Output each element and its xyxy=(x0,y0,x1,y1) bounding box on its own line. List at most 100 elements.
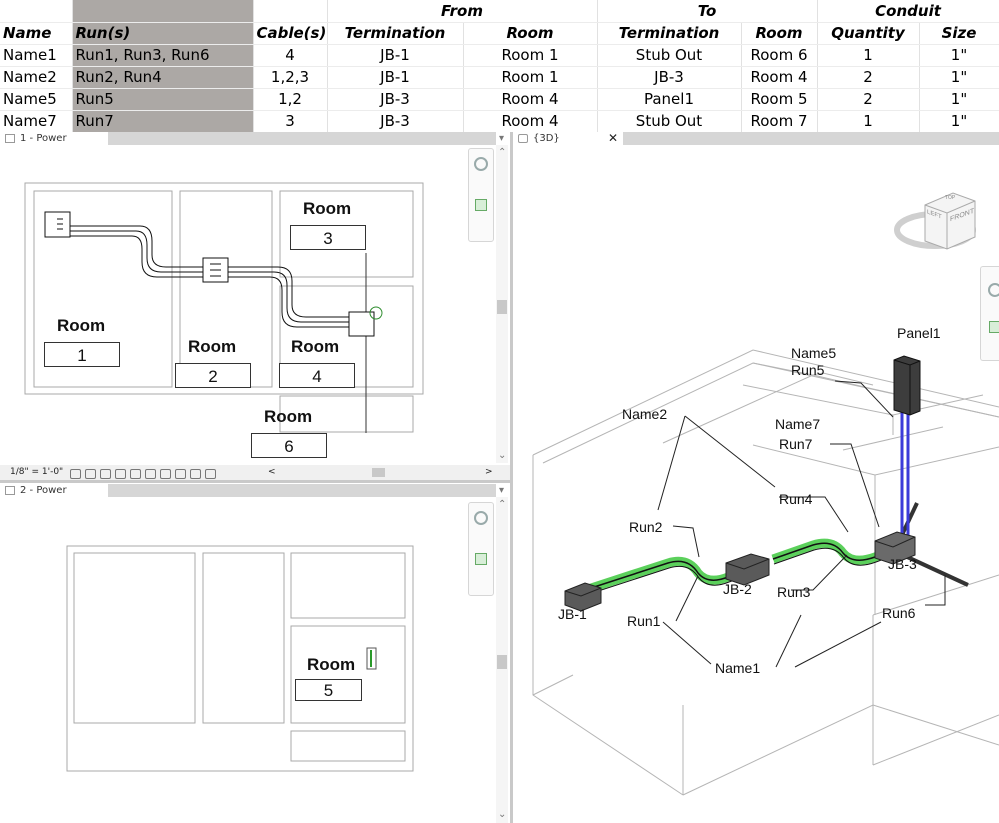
cell-quantity[interactable]: 1 xyxy=(817,110,920,133)
table-row[interactable]: Name1 Run1, Run3, Run6 4 JB-1 Room 1 Stu… xyxy=(0,44,999,67)
collapse-icon[interactable]: ▾ xyxy=(499,134,504,144)
col-header-runs[interactable]: Run(s) xyxy=(72,22,254,45)
cell-to-room[interactable]: Room 6 xyxy=(741,44,818,67)
cell-from-room[interactable]: Room 1 xyxy=(463,44,598,67)
cell-from-termination[interactable]: JB-3 xyxy=(327,110,464,133)
scale-label[interactable]: 1/8" = 1'-0" xyxy=(10,465,63,480)
col-header-to-termination[interactable]: Termination xyxy=(597,22,742,45)
room-1-number[interactable]: 1 xyxy=(44,342,120,367)
scroll-down-icon[interactable]: ⌄ xyxy=(498,810,506,820)
room-5-number[interactable]: 5 xyxy=(295,679,362,701)
scroll-up-icon[interactable]: ⌃ xyxy=(498,148,506,158)
cell-name[interactable]: Name5 xyxy=(0,88,73,111)
vertical-scrollbar[interactable]: ⌃ ⌄ xyxy=(496,145,508,463)
cell-cables[interactable]: 4 xyxy=(253,44,328,67)
cell-from-room[interactable]: Room 1 xyxy=(463,66,598,89)
visual-style-icon[interactable] xyxy=(85,468,96,479)
col-header-from-room[interactable]: Room xyxy=(463,22,598,45)
cell-to-room[interactable]: Room 7 xyxy=(741,110,818,133)
scroll-left-icon[interactable]: < xyxy=(268,465,276,480)
cell-quantity[interactable]: 1 xyxy=(817,44,920,67)
table-row[interactable]: Name2 Run2, Run4 1,2,3 JB-1 Room 1 JB-3 … xyxy=(0,66,999,89)
view-divider[interactable] xyxy=(0,480,510,483)
steering-wheel-icon[interactable] xyxy=(474,511,488,525)
close-icon[interactable]: ✕ xyxy=(608,132,618,144)
col-header-quantity[interactable]: Quantity xyxy=(817,22,920,45)
steering-wheel-icon[interactable] xyxy=(474,157,488,171)
table-row[interactable]: Name7 Run7 3 JB-3 Room 4 Stub Out Room 7… xyxy=(0,110,999,133)
temporary-isolate-icon[interactable] xyxy=(160,468,171,479)
col-header-name[interactable]: Name xyxy=(0,22,73,45)
col-header-from-termination[interactable]: Termination xyxy=(327,22,464,45)
cell-from-room[interactable]: Room 4 xyxy=(463,88,598,111)
cell-quantity[interactable]: 2 xyxy=(817,88,920,111)
scroll-up-icon[interactable]: ⌃ xyxy=(498,500,506,510)
cell-cables[interactable]: 1,2,3 xyxy=(253,66,328,89)
power-view-2[interactable]: 2 - Power ▾ Room 5 ⌃ ⌄ xyxy=(0,484,510,823)
col-header-to-room[interactable]: Room xyxy=(741,22,818,45)
power-view-1[interactable]: 1 - Power ▾ Room 1 Room 2 Room 3 Room 4 … xyxy=(0,132,510,480)
shadows-icon[interactable] xyxy=(115,468,126,479)
cell-from-termination[interactable]: JB-1 xyxy=(327,66,464,89)
zoom-icon[interactable] xyxy=(989,321,999,333)
cell-from-room[interactable]: Room 4 xyxy=(463,110,598,133)
col-header-size[interactable]: Size xyxy=(919,22,999,45)
cell-size[interactable]: 1" xyxy=(919,88,999,111)
view-tab[interactable]: 1 - Power xyxy=(0,132,67,145)
vertical-scrollbar[interactable]: ⌃ ⌄ xyxy=(496,497,508,823)
zoom-icon[interactable] xyxy=(475,199,487,211)
table-row[interactable]: Name5 Run5 1,2 JB-3 Room 4 Panel1 Room 5… xyxy=(0,88,999,111)
cell-runs[interactable]: Run2, Run4 xyxy=(72,66,254,89)
cell-runs[interactable]: Run7 xyxy=(72,110,254,133)
navigation-bar[interactable] xyxy=(980,266,999,361)
cell-from-termination[interactable]: JB-3 xyxy=(327,88,464,111)
view-tab[interactable]: 2 - Power xyxy=(0,484,67,497)
viewcube-top-label[interactable]: TOP xyxy=(945,195,955,201)
cell-runs[interactable]: Run5 xyxy=(72,88,254,111)
cell-to-termination[interactable]: Stub Out xyxy=(597,110,742,133)
scroll-down-icon[interactable]: ⌄ xyxy=(498,451,506,461)
cell-size[interactable]: 1" xyxy=(919,110,999,133)
navigation-bar[interactable] xyxy=(468,502,494,596)
steering-wheel-icon[interactable] xyxy=(988,283,999,297)
col-header-cables[interactable]: Cable(s) xyxy=(253,22,328,45)
cell-to-termination[interactable]: JB-3 xyxy=(597,66,742,89)
room-6-number[interactable]: 6 xyxy=(251,433,327,458)
horizontal-scroll-thumb[interactable] xyxy=(372,468,385,477)
room-4-number[interactable]: 4 xyxy=(279,363,355,388)
crop-icon[interactable] xyxy=(130,468,141,479)
scroll-thumb[interactable] xyxy=(497,300,507,314)
hide-icon[interactable] xyxy=(145,468,156,479)
cell-to-termination[interactable]: Stub Out xyxy=(597,44,742,67)
cell-cables[interactable]: 3 xyxy=(253,110,328,133)
cell-to-room[interactable]: Room 4 xyxy=(741,66,818,89)
cell-name[interactable]: Name2 xyxy=(0,66,73,89)
3d-view[interactable]: {3D} ✕ Panel1 Name5 Run5 Name2 Name7 Run… xyxy=(513,132,999,823)
zoom-icon[interactable] xyxy=(475,553,487,565)
analysis-icon[interactable] xyxy=(190,468,201,479)
room-3-number[interactable]: 3 xyxy=(290,225,366,250)
navigation-bar[interactable] xyxy=(468,148,494,242)
cell-cables[interactable]: 1,2 xyxy=(253,88,328,111)
cell-from-termination[interactable]: JB-1 xyxy=(327,44,464,67)
cell-quantity[interactable]: 2 xyxy=(817,66,920,89)
panel1-box[interactable] xyxy=(893,355,921,416)
sun-path-icon[interactable] xyxy=(100,468,111,479)
cell-name[interactable]: Name7 xyxy=(0,110,73,133)
cell-to-room[interactable]: Room 5 xyxy=(741,88,818,111)
constraints-icon[interactable] xyxy=(205,468,216,479)
cell-name[interactable]: Name1 xyxy=(0,44,73,67)
view-tab[interactable]: {3D} xyxy=(513,132,623,145)
cell-size[interactable]: 1" xyxy=(919,66,999,89)
viewcube[interactable] xyxy=(894,192,976,250)
reveal-icon[interactable] xyxy=(175,468,186,479)
cell-runs[interactable]: Run1, Run3, Run6 xyxy=(72,44,254,67)
room-2-number[interactable]: 2 xyxy=(175,363,251,388)
scroll-right-icon[interactable]: > xyxy=(485,465,493,480)
collapse-icon[interactable]: ▾ xyxy=(499,486,504,496)
cell-size[interactable]: 1" xyxy=(919,44,999,67)
view-controls-icons[interactable] xyxy=(70,467,220,480)
cell-to-termination[interactable]: Panel1 xyxy=(597,88,742,111)
detail-level-icon[interactable] xyxy=(70,468,81,479)
scroll-thumb[interactable] xyxy=(497,655,507,669)
